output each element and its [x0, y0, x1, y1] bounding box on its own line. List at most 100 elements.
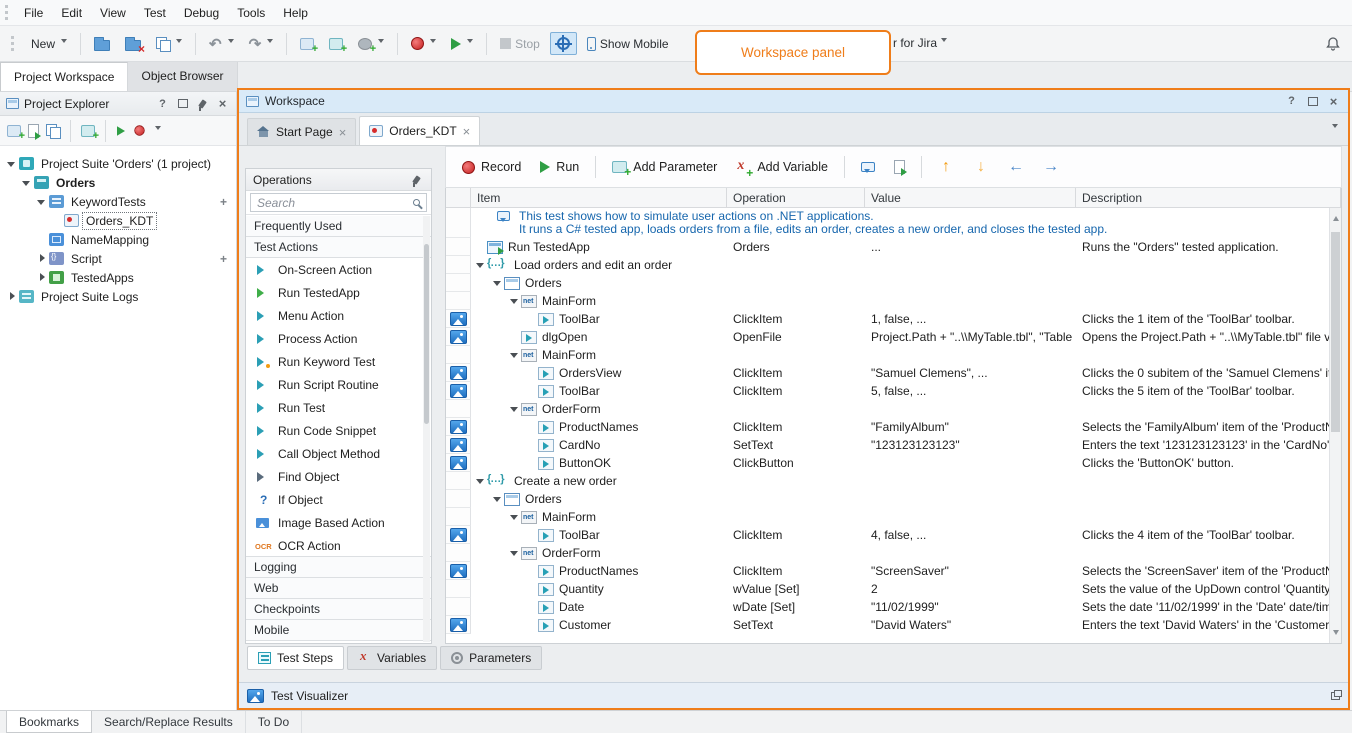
chevron-down-icon[interactable]: [939, 36, 947, 50]
chevron-down-icon[interactable]: [465, 37, 473, 51]
scroll-down-icon[interactable]: [1333, 630, 1339, 638]
group-row[interactable]: Load orders and edit an order: [446, 256, 1329, 274]
redo-button[interactable]: [244, 31, 279, 57]
tree-item-project-suite-orders-1-project[interactable]: Project Suite 'Orders' (1 project): [0, 154, 236, 173]
visualizer-thumbnail-icon[interactable]: [450, 564, 467, 578]
step-row[interactable]: ToolBarClickItem1, false, ...Clicks the …: [446, 310, 1329, 328]
menu-debug[interactable]: Debug: [175, 1, 228, 25]
chevron-down-icon[interactable]: [59, 37, 67, 51]
scrollbar-thumb[interactable]: [424, 244, 429, 424]
record-button[interactable]: Record: [456, 155, 527, 179]
add-child-button[interactable]: +: [220, 252, 227, 266]
step-row[interactable]: dlgOpenOpenFileProject.Path + "..\\MyTab…: [446, 328, 1329, 346]
scrollbar-thumb[interactable]: [1331, 232, 1340, 432]
column-header-value[interactable]: Value: [865, 188, 1076, 207]
step-row[interactable]: DatewDate [Set]"11/02/1999"Sets the date…: [446, 598, 1329, 616]
pin-icon[interactable]: [409, 172, 424, 187]
run-test-button[interactable]: [446, 33, 478, 55]
add-keyword-test-button[interactable]: [324, 34, 348, 54]
help-icon[interactable]: [1284, 94, 1299, 109]
step-row[interactable]: Run TestedAppOrders...Runs the "Orders" …: [446, 238, 1329, 256]
grid-scrollbar[interactable]: [1329, 208, 1341, 643]
operation-category-frequently-used[interactable]: Frequently Used: [246, 216, 431, 237]
step-row[interactable]: CustomerSetText"David Waters"Enters the …: [446, 616, 1329, 634]
tree-item-orders-kdt[interactable]: Orders_KDT: [0, 211, 236, 230]
expander-icon[interactable]: [492, 493, 504, 505]
column-header-operation[interactable]: Operation: [727, 188, 865, 207]
comment-row[interactable]: This test shows how to simulate user act…: [446, 208, 1329, 238]
move-up-button[interactable]: [932, 154, 960, 180]
step-row[interactable]: Orders: [446, 274, 1329, 292]
close-icon[interactable]: [215, 96, 230, 111]
increase-indent-button[interactable]: [1037, 154, 1065, 180]
help-icon[interactable]: [155, 96, 170, 111]
close-tab-icon[interactable]: [339, 125, 347, 140]
tab-bookmarks[interactable]: Bookmarks: [6, 711, 92, 733]
step-row[interactable]: ToolBarClickItem4, false, ...Clicks the …: [446, 526, 1329, 544]
column-header-description[interactable]: Description: [1076, 188, 1341, 207]
organize-tests-icon[interactable]: [81, 125, 95, 137]
add-new-item-button[interactable]: [295, 34, 319, 54]
expander-icon[interactable]: [475, 475, 487, 487]
group-row[interactable]: Create a new order: [446, 472, 1329, 490]
show-mobile-screen-button[interactable]: Show Mobile: [582, 33, 674, 55]
float-window-icon[interactable]: [175, 96, 190, 111]
operations-scrollbar[interactable]: [423, 216, 430, 642]
visualizer-thumbnail-icon[interactable]: [450, 330, 467, 344]
record-test-button[interactable]: [406, 33, 441, 55]
step-row[interactable]: ButtonOKClickButtonClicks the 'ButtonOK'…: [446, 454, 1329, 472]
close-tab-icon[interactable]: [463, 124, 471, 139]
decrease-indent-button[interactable]: [1002, 154, 1030, 180]
operation-category-web[interactable]: Web: [246, 577, 431, 599]
chevron-down-icon[interactable]: [174, 37, 182, 51]
expander-icon[interactable]: [475, 259, 487, 271]
column-header-item[interactable]: Item: [471, 188, 727, 207]
tree-item-project-suite-logs[interactable]: Project Suite Logs: [0, 287, 236, 306]
operation-category-logging[interactable]: Logging: [246, 556, 431, 578]
tree-item-testedapps[interactable]: TestedApps: [0, 268, 236, 287]
tab-list-dropdown-icon[interactable]: [1330, 122, 1338, 136]
operation-item-ocr-action[interactable]: OCR Action: [246, 534, 431, 557]
operation-item-if-object[interactable]: If Object: [246, 488, 431, 511]
step-row[interactable]: MainForm: [446, 292, 1329, 310]
operation-category-checkpoints[interactable]: Checkpoints: [246, 598, 431, 620]
duplicate-item-icon[interactable]: [46, 124, 60, 138]
run-button[interactable]: Run: [534, 155, 585, 179]
visualizer-thumbnail-icon[interactable]: [450, 384, 467, 398]
expander-icon[interactable]: [21, 177, 33, 189]
expander-icon[interactable]: [36, 253, 48, 265]
search-input[interactable]: [250, 193, 427, 212]
tab-parameters[interactable]: Parameters: [440, 646, 542, 670]
menu-help[interactable]: Help: [274, 1, 317, 25]
expander-icon[interactable]: [6, 158, 18, 170]
operation-item-on-screen-action[interactable]: On-Screen Action: [246, 258, 431, 281]
operation-item-process-action[interactable]: Process Action: [246, 327, 431, 350]
visualizer-thumbnail-icon[interactable]: [450, 366, 467, 380]
step-row[interactable]: QuantitywValue [Set]2Sets the value of t…: [446, 580, 1329, 598]
menu-view[interactable]: View: [91, 1, 135, 25]
expander-icon[interactable]: [492, 277, 504, 289]
tree-item-keywordtests[interactable]: KeywordTests+: [0, 192, 236, 211]
tree-item-namemapping[interactable]: NameMapping: [0, 230, 236, 249]
add-child-button[interactable]: +: [220, 195, 227, 209]
undo-button[interactable]: [204, 31, 239, 57]
add-comment-button[interactable]: [855, 157, 881, 177]
object-spy-button[interactable]: [550, 32, 577, 55]
visualizer-thumbnail-icon[interactable]: [450, 438, 467, 452]
new-button[interactable]: New: [26, 33, 72, 55]
tab-to-do[interactable]: To Do: [246, 711, 302, 733]
step-row[interactable]: OrderForm: [446, 544, 1329, 562]
tab-test-steps[interactable]: Test Steps: [247, 646, 344, 670]
tab-project-workspace[interactable]: Project Workspace: [0, 62, 128, 91]
tab-object-browser[interactable]: Object Browser: [128, 62, 237, 91]
step-row[interactable]: MainForm: [446, 508, 1329, 526]
tab-search-replace-results[interactable]: Search/Replace Results: [92, 711, 246, 733]
visualizer-thumbnail-icon[interactable]: [450, 312, 467, 326]
operation-category-mobile[interactable]: Mobile: [246, 619, 431, 641]
expander-icon[interactable]: [6, 291, 18, 303]
step-row[interactable]: OrdersViewClickItem"Samuel Clemens", ...…: [446, 364, 1329, 382]
expand-panel-icon[interactable]: [1331, 692, 1340, 700]
add-new-project-icon[interactable]: [7, 125, 21, 137]
operation-item-call-object-method[interactable]: Call Object Method: [246, 442, 431, 465]
expander-icon[interactable]: [509, 547, 521, 559]
